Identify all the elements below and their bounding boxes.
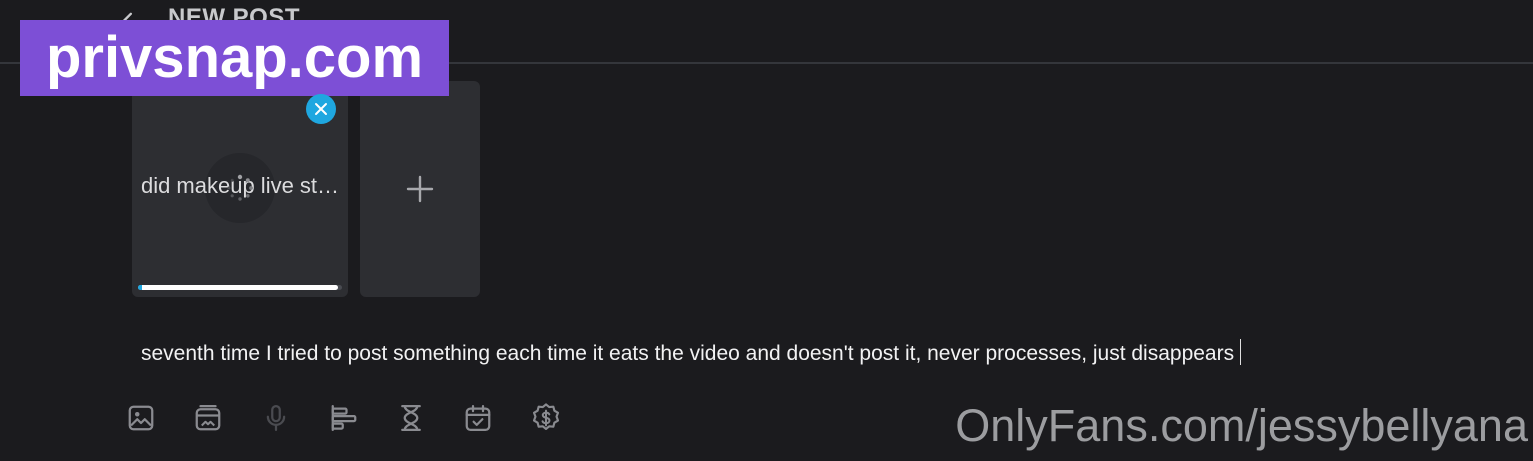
loading-spinner-icon <box>227 174 253 201</box>
poll-button[interactable] <box>327 400 361 436</box>
site-watermark: privsnap.com <box>20 20 449 96</box>
vault-icon <box>195 405 221 431</box>
expiration-button[interactable] <box>394 400 428 436</box>
close-icon <box>315 103 327 115</box>
profile-watermark: OnlyFans.com/jessybellyana <box>955 400 1528 451</box>
image-icon <box>128 405 154 431</box>
poll-icon <box>331 405 357 431</box>
price-button[interactable] <box>529 400 563 436</box>
price-icon <box>532 403 560 430</box>
upload-progress-bar <box>138 285 342 290</box>
post-text-input[interactable]: seventh time I tried to post something e… <box>141 339 1242 366</box>
text-cursor <box>1240 339 1242 365</box>
add-media-button[interactable] <box>360 81 480 297</box>
upload-progress-start <box>138 285 142 290</box>
microphone-icon <box>266 405 286 431</box>
schedule-button[interactable] <box>461 400 495 436</box>
timer-icon <box>401 405 421 431</box>
upload-progress-fill <box>138 285 338 290</box>
schedule-icon <box>465 405 491 431</box>
plus-icon <box>406 175 434 203</box>
post-text: seventh time I tried to post something e… <box>141 342 1235 365</box>
remove-media-button[interactable] <box>306 94 336 124</box>
add-image-button[interactable] <box>124 400 158 436</box>
new-post-page: NEW POST privsnap.com did makeup live st… <box>0 0 1533 461</box>
vault-button[interactable] <box>191 400 225 436</box>
voice-button[interactable] <box>259 400 293 436</box>
